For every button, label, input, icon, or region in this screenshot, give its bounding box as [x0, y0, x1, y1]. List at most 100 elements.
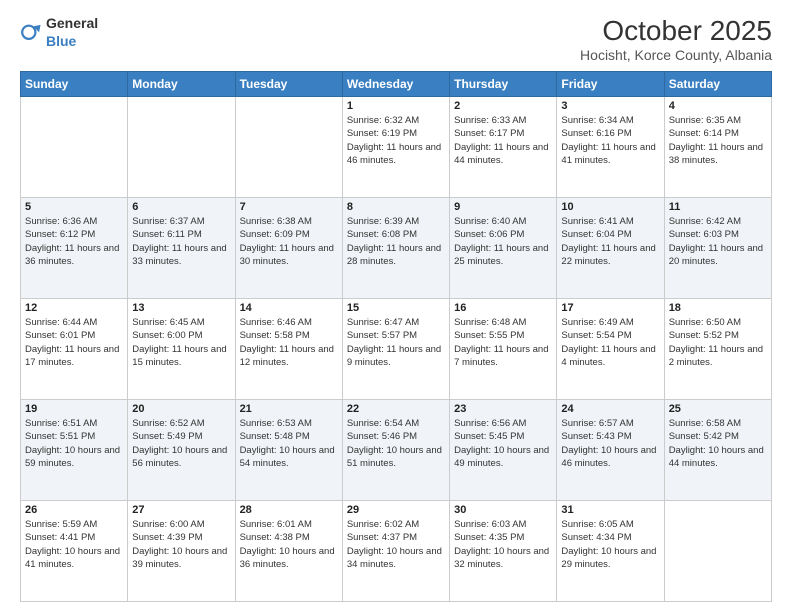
day-number: 31: [561, 504, 659, 516]
day-info: Sunrise: 6:01 AM Sunset: 4:38 PM Dayligh…: [240, 518, 338, 571]
day-info: Sunrise: 6:58 AM Sunset: 5:42 PM Dayligh…: [669, 417, 767, 470]
week-row-1: 1 Sunrise: 6:32 AM Sunset: 6:19 PM Daylig…: [21, 97, 772, 198]
day-number: 15: [347, 302, 445, 314]
calendar-cell: 24 Sunrise: 6:57 AM Sunset: 5:43 PM Dayli…: [557, 400, 664, 501]
day-header-friday: Friday: [557, 72, 664, 97]
week-row-5: 26Sunrise: 5:59 AM Sunset: 4:41 PM Dayli…: [21, 501, 772, 602]
day-number: 16: [454, 302, 552, 314]
day-number: 18: [669, 302, 767, 314]
day-number: 20: [132, 403, 230, 415]
calendar-cell: [21, 97, 128, 198]
day-info: Sunrise: 6:00 AM Sunset: 4:39 PM Dayligh…: [132, 518, 230, 571]
week-row-3: 12 Sunrise: 6:44 AM Sunset: 6:01 PM Dayli…: [21, 299, 772, 400]
day-number: 12: [25, 302, 123, 314]
month-title: October 2025: [580, 15, 772, 47]
day-number: 13: [132, 302, 230, 314]
day-header-thursday: Thursday: [450, 72, 557, 97]
calendar-cell: 13Sunrise: 6:45 AM Sunset: 6:00 PM Dayli…: [128, 299, 235, 400]
calendar-cell: 3Sunrise: 6:34 AM Sunset: 6:16 PM Daylig…: [557, 97, 664, 198]
calendar-cell: 25 Sunrise: 6:58 AM Sunset: 5:42 PM Dayli…: [664, 400, 771, 501]
calendar-cell: [128, 97, 235, 198]
logo: General Blue: [20, 15, 98, 51]
calendar-cell: 2Sunrise: 6:33 AM Sunset: 6:17 PM Daylig…: [450, 97, 557, 198]
calendar-cell: 23Sunrise: 6:56 AM Sunset: 5:45 PM Dayli…: [450, 400, 557, 501]
day-number: 10: [561, 201, 659, 213]
day-number: 28: [240, 504, 338, 516]
calendar-cell: 15 Sunrise: 6:47 AM Sunset: 5:57 PM Dayli…: [342, 299, 449, 400]
calendar-cell: 22 Sunrise: 6:54 AM Sunset: 5:46 PM Dayli…: [342, 400, 449, 501]
calendar-cell: 21Sunrise: 6:53 AM Sunset: 5:48 PM Dayli…: [235, 400, 342, 501]
day-info: Sunrise: 6:54 AM Sunset: 5:46 PM Dayligh…: [347, 417, 445, 470]
calendar-cell: 7 Sunrise: 6:38 AM Sunset: 6:09 PM Daylig…: [235, 198, 342, 299]
calendar-cell: [664, 501, 771, 602]
day-info: Sunrise: 5:59 AM Sunset: 4:41 PM Dayligh…: [25, 518, 123, 571]
day-number: 1: [347, 100, 445, 112]
calendar-cell: 6 Sunrise: 6:37 AM Sunset: 6:11 PM Daylig…: [128, 198, 235, 299]
day-number: 5: [25, 201, 123, 213]
calendar-cell: 9 Sunrise: 6:40 AM Sunset: 6:06 PM Daylig…: [450, 198, 557, 299]
day-number: 14: [240, 302, 338, 314]
calendar-cell: 30 Sunrise: 6:03 AM Sunset: 4:35 PM Dayli…: [450, 501, 557, 602]
calendar-cell: 27 Sunrise: 6:00 AM Sunset: 4:39 PM Dayli…: [128, 501, 235, 602]
day-info: Sunrise: 6:39 AM Sunset: 6:08 PM Dayligh…: [347, 215, 445, 268]
day-info: Sunrise: 6:51 AM Sunset: 5:51 PM Dayligh…: [25, 417, 123, 470]
day-number: 17: [561, 302, 659, 314]
location-subtitle: Hocisht, Korce County, Albania: [580, 47, 772, 63]
calendar-cell: 8 Sunrise: 6:39 AM Sunset: 6:08 PM Daylig…: [342, 198, 449, 299]
day-info: Sunrise: 6:48 AM Sunset: 5:55 PM Dayligh…: [454, 316, 552, 369]
calendar-cell: 4Sunrise: 6:35 AM Sunset: 6:14 PM Daylig…: [664, 97, 771, 198]
header: General Blue October 2025 Hocisht, Korce…: [20, 15, 772, 63]
day-number: 22: [347, 403, 445, 415]
calendar-cell: 20 Sunrise: 6:52 AM Sunset: 5:49 PM Dayli…: [128, 400, 235, 501]
calendar-cell: 19 Sunrise: 6:51 AM Sunset: 5:51 PM Dayli…: [21, 400, 128, 501]
day-info: Sunrise: 6:42 AM Sunset: 6:03 PM Dayligh…: [669, 215, 767, 268]
calendar-cell: 11Sunrise: 6:42 AM Sunset: 6:03 PM Dayli…: [664, 198, 771, 299]
day-info: Sunrise: 6:38 AM Sunset: 6:09 PM Dayligh…: [240, 215, 338, 268]
calendar-table: SundayMondayTuesdayWednesdayThursdayFrid…: [20, 71, 772, 602]
day-number: 9: [454, 201, 552, 213]
day-header-sunday: Sunday: [21, 72, 128, 97]
day-info: Sunrise: 6:40 AM Sunset: 6:06 PM Dayligh…: [454, 215, 552, 268]
day-number: 27: [132, 504, 230, 516]
day-info: Sunrise: 6:32 AM Sunset: 6:19 PM Dayligh…: [347, 114, 445, 167]
day-info: Sunrise: 6:03 AM Sunset: 4:35 PM Dayligh…: [454, 518, 552, 571]
day-info: Sunrise: 6:02 AM Sunset: 4:37 PM Dayligh…: [347, 518, 445, 571]
day-header-tuesday: Tuesday: [235, 72, 342, 97]
page: General Blue October 2025 Hocisht, Korce…: [0, 0, 792, 612]
logo-text: General Blue: [46, 15, 98, 51]
day-number: 8: [347, 201, 445, 213]
day-info: Sunrise: 6:57 AM Sunset: 5:43 PM Dayligh…: [561, 417, 659, 470]
calendar-cell: 31 Sunrise: 6:05 AM Sunset: 4:34 PM Dayli…: [557, 501, 664, 602]
logo-icon: [20, 22, 42, 44]
day-number: 6: [132, 201, 230, 213]
day-number: 19: [25, 403, 123, 415]
week-row-2: 5Sunrise: 6:36 AM Sunset: 6:12 PM Daylig…: [21, 198, 772, 299]
day-header-wednesday: Wednesday: [342, 72, 449, 97]
day-info: Sunrise: 6:52 AM Sunset: 5:49 PM Dayligh…: [132, 417, 230, 470]
calendar-cell: 28 Sunrise: 6:01 AM Sunset: 4:38 PM Dayli…: [235, 501, 342, 602]
calendar-cell: 14Sunrise: 6:46 AM Sunset: 5:58 PM Dayli…: [235, 299, 342, 400]
day-info: Sunrise: 6:05 AM Sunset: 4:34 PM Dayligh…: [561, 518, 659, 571]
week-row-4: 19 Sunrise: 6:51 AM Sunset: 5:51 PM Dayli…: [21, 400, 772, 501]
day-info: Sunrise: 6:49 AM Sunset: 5:54 PM Dayligh…: [561, 316, 659, 369]
calendar-cell: 16 Sunrise: 6:48 AM Sunset: 5:55 PM Dayli…: [450, 299, 557, 400]
logo-blue: Blue: [46, 33, 76, 49]
calendar-cell: 18 Sunrise: 6:50 AM Sunset: 5:52 PM Dayli…: [664, 299, 771, 400]
day-info: Sunrise: 6:34 AM Sunset: 6:16 PM Dayligh…: [561, 114, 659, 167]
day-info: Sunrise: 6:44 AM Sunset: 6:01 PM Dayligh…: [25, 316, 123, 369]
day-info: Sunrise: 6:50 AM Sunset: 5:52 PM Dayligh…: [669, 316, 767, 369]
calendar-cell: 17 Sunrise: 6:49 AM Sunset: 5:54 PM Dayli…: [557, 299, 664, 400]
day-header-saturday: Saturday: [664, 72, 771, 97]
day-number: 7: [240, 201, 338, 213]
day-number: 29: [347, 504, 445, 516]
day-number: 30: [454, 504, 552, 516]
title-block: October 2025 Hocisht, Korce County, Alba…: [580, 15, 772, 63]
logo-general: General: [46, 15, 98, 31]
day-info: Sunrise: 6:37 AM Sunset: 6:11 PM Dayligh…: [132, 215, 230, 268]
day-number: 24: [561, 403, 659, 415]
calendar-cell: 10Sunrise: 6:41 AM Sunset: 6:04 PM Dayli…: [557, 198, 664, 299]
calendar-cell: 26Sunrise: 5:59 AM Sunset: 4:41 PM Dayli…: [21, 501, 128, 602]
day-number: 25: [669, 403, 767, 415]
day-info: Sunrise: 6:47 AM Sunset: 5:57 PM Dayligh…: [347, 316, 445, 369]
day-number: 23: [454, 403, 552, 415]
